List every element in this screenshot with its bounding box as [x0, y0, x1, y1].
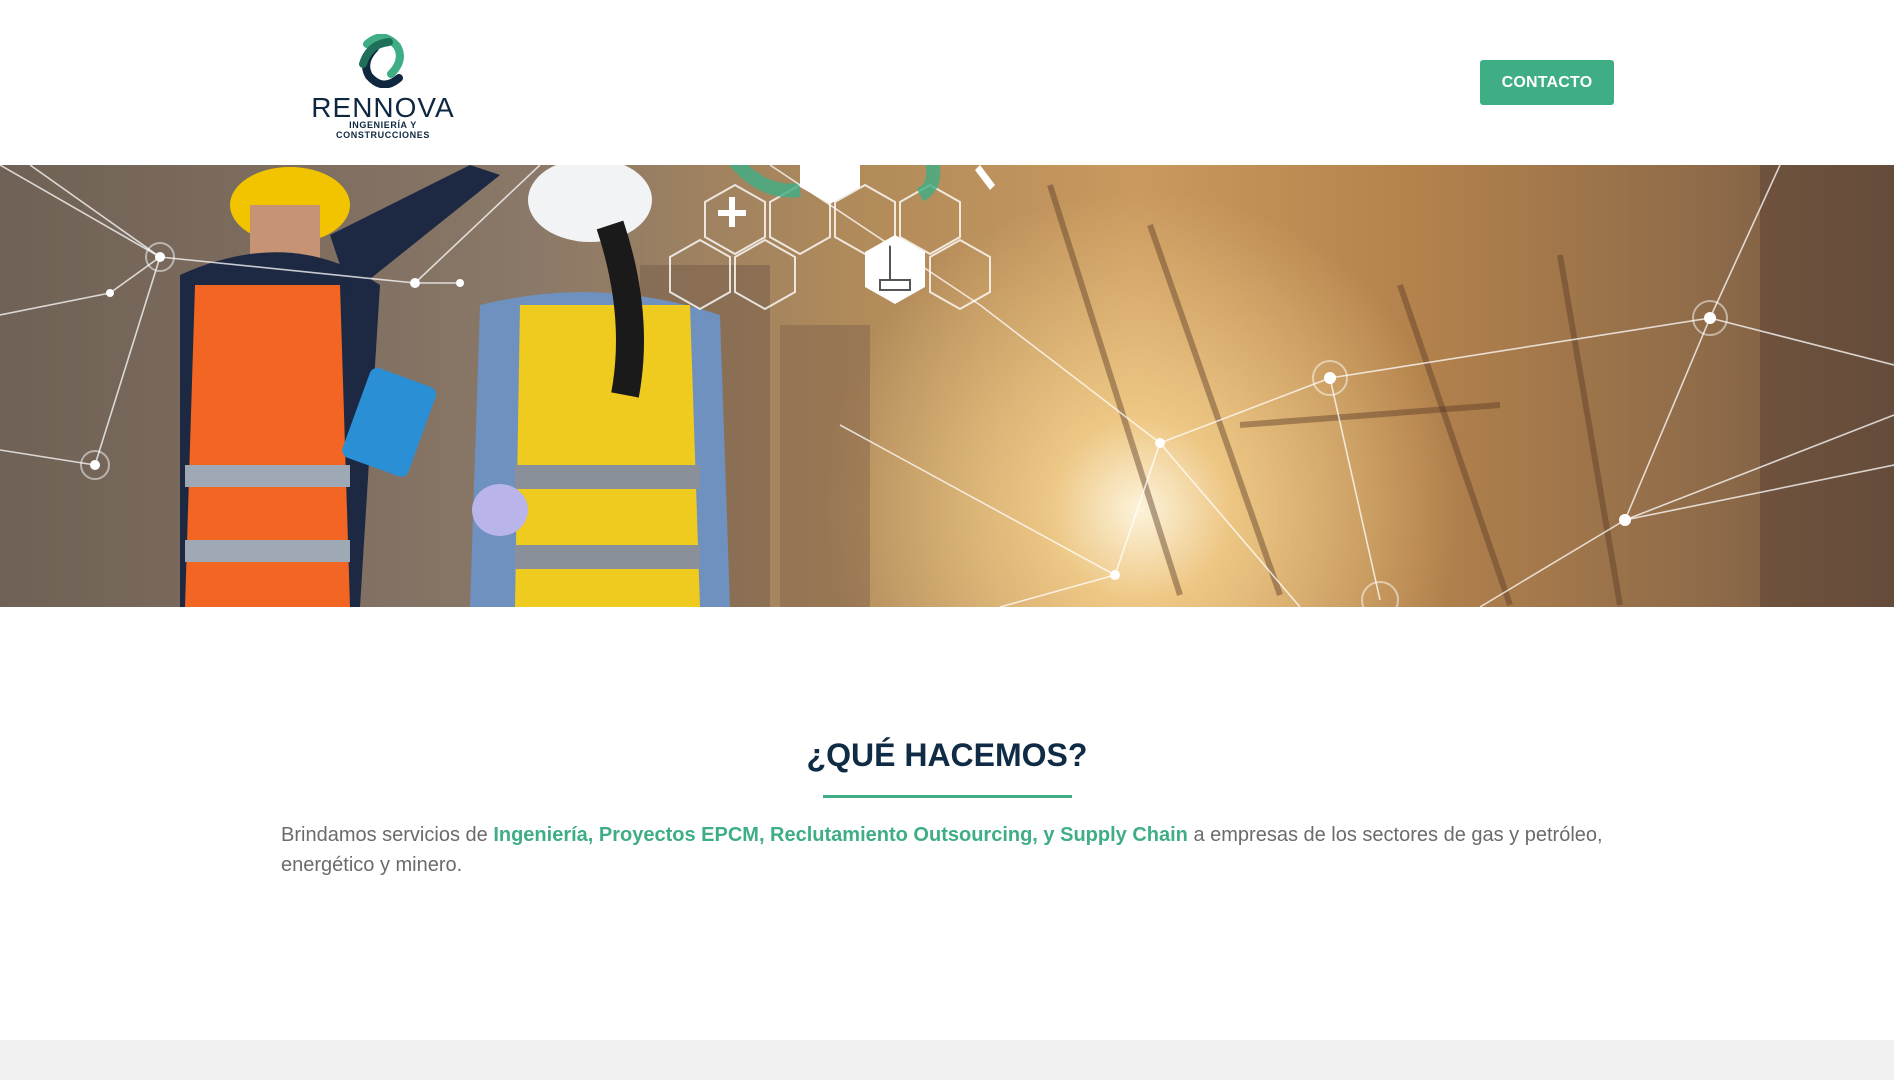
title-underline	[823, 795, 1072, 798]
brand-tagline: INGENIERÍA Y CONSTRUCCIONES	[336, 120, 430, 140]
services-highlight: Ingeniería, Proyectos EPCM, Reclutamient…	[493, 824, 1188, 846]
site-header: RENNOVA INGENIERÍA Y CONSTRUCCIONES CONT…	[0, 0, 1894, 165]
worker-right	[470, 165, 730, 607]
contact-button[interactable]: CONTACTO	[1480, 60, 1614, 105]
hero-banner	[0, 165, 1894, 607]
hero-illustration	[0, 165, 1894, 607]
footer-strip	[0, 1040, 1894, 1080]
rennova-logo-icon	[359, 34, 404, 88]
brand-logo[interactable]: RENNOVA INGENIERÍA Y CONSTRUCCIONES	[303, 34, 463, 140]
worker-left	[180, 165, 500, 607]
section-title: ¿QUÉ HACEMOS?	[806, 737, 1088, 773]
services-description: Brindamos servicios de Ingeniería, Proye…	[281, 820, 1614, 880]
services-text-before: Brindamos servicios de	[281, 824, 494, 846]
